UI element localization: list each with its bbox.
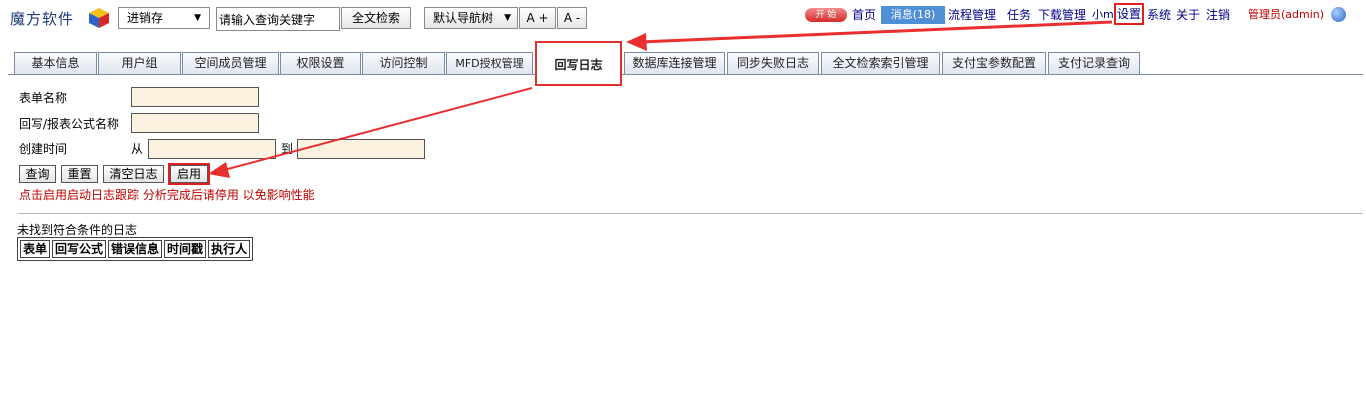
dropdown-caret-icon: ▼ bbox=[194, 13, 201, 23]
table-header-row: 表单 回写公式 错误信息 时间戳 执行人 bbox=[20, 240, 251, 258]
tab-bar-baseline bbox=[8, 74, 1363, 75]
nav-system-link[interactable]: 系统 bbox=[1147, 6, 1171, 24]
annotation-arrow-line bbox=[639, 20, 1113, 44]
tab-fulltext-index[interactable]: 全文检索索引管理 bbox=[821, 52, 940, 74]
date-from-input[interactable] bbox=[148, 139, 276, 159]
search-input[interactable] bbox=[216, 7, 340, 31]
log-table: 表单 回写公式 错误信息 时间戳 执行人 bbox=[17, 237, 254, 261]
query-button[interactable]: 查询 bbox=[19, 165, 56, 183]
arrowhead-icon bbox=[626, 33, 647, 51]
from-label: 从 bbox=[131, 142, 144, 156]
enable-hint-text: 点击启用启动日志跟踪 分析完成后请停用 以免影响性能 bbox=[19, 188, 315, 202]
reset-button[interactable]: 重置 bbox=[61, 165, 98, 183]
font-increase-button[interactable]: A + bbox=[519, 7, 556, 29]
created-time-label: 创建时间 bbox=[19, 142, 68, 156]
nav-home-link[interactable]: 首页 bbox=[852, 6, 876, 24]
nav-workflow-link[interactable]: 流程管理 bbox=[948, 6, 996, 24]
module-select[interactable]: 进销存 ▼ bbox=[118, 7, 210, 29]
nav-downloads-link[interactable]: 下载管理 bbox=[1038, 6, 1086, 24]
arrowhead-icon bbox=[208, 162, 230, 178]
nav-logout-link[interactable]: 注销 bbox=[1206, 6, 1230, 24]
tab-alipay-config[interactable]: 支付宝参数配置 bbox=[942, 52, 1046, 74]
column-header: 表单 bbox=[20, 240, 51, 258]
form-name-label: 表单名称 bbox=[19, 91, 68, 105]
tab-db-connections[interactable]: 数据库连接管理 bbox=[624, 52, 725, 74]
column-header: 时间戳 bbox=[164, 240, 207, 258]
tab-user-groups[interactable]: 用户组 bbox=[98, 52, 181, 74]
tab-space-members[interactable]: 空间成员管理 bbox=[182, 52, 279, 74]
current-user: 管理员(admin) bbox=[1248, 8, 1325, 21]
nav-small-link[interactable]: 小m bbox=[1092, 6, 1114, 24]
column-header: 回写公式 bbox=[52, 240, 107, 258]
app-logo-text: 魔方软件 bbox=[10, 10, 75, 28]
dropdown-caret-icon: ▼ bbox=[504, 13, 511, 23]
tab-payment-records[interactable]: 支付记录查询 bbox=[1048, 52, 1140, 74]
section-divider bbox=[18, 213, 1363, 214]
fulltext-search-button[interactable]: 全文检索 bbox=[341, 7, 411, 29]
tab-mfd-license[interactable]: MFD授权管理 bbox=[446, 52, 533, 74]
to-label: 到 bbox=[281, 142, 294, 156]
nav-about-link[interactable]: 关于 bbox=[1176, 6, 1200, 24]
module-select-value: 进销存 bbox=[127, 11, 164, 25]
tab-access-control[interactable]: 访问控制 bbox=[362, 52, 445, 74]
form-name-input[interactable] bbox=[131, 87, 259, 107]
start-button[interactable]: 开 始 bbox=[805, 8, 847, 22]
nav-tasks-link[interactable]: 任务 bbox=[1007, 6, 1031, 24]
globe-icon[interactable] bbox=[1331, 7, 1346, 22]
clear-log-button[interactable]: 清空日志 bbox=[103, 165, 164, 183]
date-to-input[interactable] bbox=[297, 139, 425, 159]
no-results-text: 未找到符合条件的日志 bbox=[17, 223, 138, 237]
tab-sync-failure-log[interactable]: 同步失败日志 bbox=[727, 52, 819, 74]
nav-settings-link[interactable]: 设置 bbox=[1113, 3, 1145, 25]
nav-messages-link[interactable]: 消息(18) bbox=[881, 6, 945, 24]
enable-button[interactable]: 启用 bbox=[168, 163, 210, 185]
formula-name-label: 回写/报表公式名称 bbox=[19, 117, 120, 131]
tab-writeback-log[interactable]: 回写日志 bbox=[535, 41, 622, 86]
column-header: 错误信息 bbox=[108, 240, 163, 258]
formula-name-input[interactable] bbox=[131, 113, 259, 133]
font-decrease-button[interactable]: A - bbox=[557, 7, 587, 29]
column-header: 执行人 bbox=[208, 240, 251, 258]
cube-logo-icon bbox=[89, 8, 109, 28]
navtree-select-value: 默认导航树 bbox=[433, 11, 494, 25]
tab-permissions[interactable]: 权限设置 bbox=[280, 52, 361, 74]
navtree-select[interactable]: 默认导航树 ▼ bbox=[424, 7, 518, 29]
tab-basic-info[interactable]: 基本信息 bbox=[14, 52, 97, 74]
